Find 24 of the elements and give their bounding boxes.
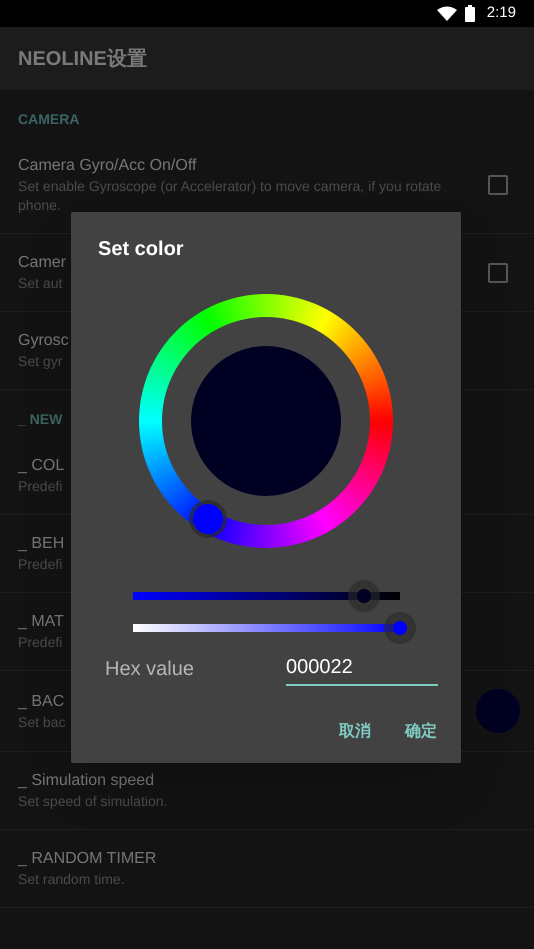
- section-header: _ NEW: [18, 411, 62, 427]
- setting-title: _ COL: [18, 456, 64, 476]
- setting-title: Gyrosc: [18, 331, 69, 351]
- checkbox[interactable]: [488, 175, 508, 195]
- dialog-button[interactable]: 确定: [393, 712, 449, 752]
- section-header: CAMERA: [18, 111, 80, 127]
- setting-title: _ MAT: [18, 612, 64, 632]
- setting-title: _ BAC: [18, 692, 64, 712]
- app-title: NEOLINE设置: [18, 46, 147, 72]
- setting-title: _ Simulation speed: [18, 771, 154, 791]
- wifi-icon: [436, 6, 457, 22]
- slider-thumb[interactable]: [393, 621, 407, 635]
- setting-title: _ RANDOM TIMER: [18, 849, 156, 869]
- battery-icon: [464, 5, 475, 22]
- hex-input[interactable]: 000022: [286, 652, 438, 686]
- hex-label: Hex value: [105, 657, 195, 682]
- dialog-button[interactable]: 取消: [327, 712, 383, 752]
- dialog-title: Set color: [98, 237, 184, 262]
- status-time: 2:19: [486, 3, 516, 24]
- setting-title: _ BEH: [18, 534, 64, 554]
- setting-title: Camer: [18, 253, 66, 273]
- setting-title: Camera Gyro/Acc On/Off: [18, 156, 196, 176]
- checkbox[interactable]: [488, 262, 508, 282]
- slider-thumb[interactable]: [356, 589, 371, 603]
